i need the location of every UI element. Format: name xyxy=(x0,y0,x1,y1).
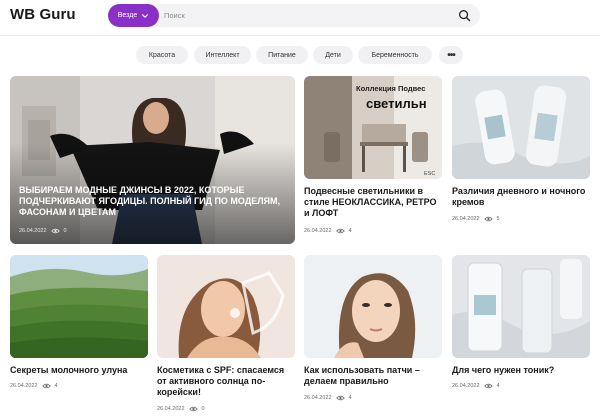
article-image xyxy=(452,255,590,358)
header-divider xyxy=(0,35,600,36)
article-card[interactable]: Секреты молочного улуна 26.04.2022 4 xyxy=(10,255,148,415)
article-image xyxy=(10,255,148,358)
eye-icon xyxy=(50,228,60,234)
article-title[interactable]: Подвесные светильники в стиле НЕОКЛАССИК… xyxy=(304,186,442,219)
article-card[interactable]: Для чего нужен тоник? 26.04.2022 4 xyxy=(452,255,590,415)
article-meta: 26.04.2022 4 xyxy=(10,383,58,389)
featured-image-overlay xyxy=(10,76,295,244)
article-card[interactable]: Различия дневного и ночного кремов 26.04… xyxy=(452,76,590,244)
more-categories-button[interactable]: ••• xyxy=(439,46,463,64)
article-image xyxy=(304,255,442,358)
article-views: 4 xyxy=(496,383,500,389)
article-meta: 26.04.2022 4 xyxy=(452,383,500,389)
eye-icon xyxy=(483,216,493,222)
article-title[interactable]: Как использовать патчи – делаем правильн… xyxy=(304,365,442,387)
image-caption-line-3: ESC xyxy=(424,171,436,177)
article-views: 4 xyxy=(54,383,58,389)
site-logo[interactable]: WB Guru xyxy=(10,6,76,23)
article-date: 26.04.2022 xyxy=(452,216,480,222)
article-date: 26.04.2022 xyxy=(19,228,47,234)
search-scope-label: Везде xyxy=(117,12,138,19)
featured-article-card[interactable]: ВЫБИРАЕМ МОДНЫЕ ДЖИНСЫ В 2022, КОТОРЫЕ П… xyxy=(10,76,295,244)
category-chips: Красота Интеллект Питание Дети Беременно… xyxy=(0,46,600,66)
featured-article-meta: 26.04.2022 0 xyxy=(19,228,67,234)
search-bar: Везде xyxy=(108,4,480,27)
category-chip-pregnancy[interactable]: Беременность xyxy=(358,46,432,64)
search-icon[interactable] xyxy=(458,9,471,22)
site-header: WB Guru Везде xyxy=(0,0,600,34)
image-caption-line-2: светильн xyxy=(366,96,427,111)
category-chip-kids[interactable]: Дети xyxy=(313,46,353,64)
article-meta: 26.04.2022 0 xyxy=(157,406,205,412)
article-views: 0 xyxy=(201,406,205,412)
featured-article-title[interactable]: ВЫБИРАЕМ МОДНЫЕ ДЖИНСЫ В 2022, КОТОРЫЕ П… xyxy=(19,185,289,218)
eye-icon xyxy=(188,406,198,412)
article-title[interactable]: Секреты молочного улуна xyxy=(10,365,148,376)
article-date: 26.04.2022 xyxy=(304,228,332,234)
article-date: 26.04.2022 xyxy=(157,406,185,412)
article-views: 4 xyxy=(348,228,352,234)
eye-icon xyxy=(41,383,51,389)
category-chip-beauty[interactable]: Красота xyxy=(136,46,188,64)
image-caption-line-1: Коллекция Подвес xyxy=(356,84,426,93)
article-title[interactable]: Для чего нужен тоник? xyxy=(452,365,590,376)
article-meta: 26.04.2022 5 xyxy=(452,216,500,222)
eye-icon xyxy=(483,383,493,389)
article-title[interactable]: Косметика с SPF: спасаемся от активного … xyxy=(157,365,295,398)
search-scope-dropdown[interactable]: Везде xyxy=(108,4,159,27)
search-input[interactable] xyxy=(164,7,444,24)
article-date: 26.04.2022 xyxy=(452,383,480,389)
article-card[interactable]: Как использовать патчи – делаем правильн… xyxy=(304,255,442,415)
article-date: 26.04.2022 xyxy=(10,383,38,389)
article-meta: 26.04.2022 4 xyxy=(304,228,352,234)
article-title[interactable]: Различия дневного и ночного кремов xyxy=(452,186,590,208)
eye-icon xyxy=(335,395,345,401)
category-chip-intellect[interactable]: Интеллект xyxy=(194,46,251,64)
chevron-down-icon xyxy=(142,13,149,18)
article-image xyxy=(157,255,295,358)
article-card[interactable]: Косметика с SPF: спасаемся от активного … xyxy=(157,255,295,415)
category-chip-nutrition[interactable]: Питание xyxy=(256,46,308,64)
article-image xyxy=(452,76,590,179)
article-views: 4 xyxy=(348,395,352,401)
eye-icon xyxy=(335,228,345,234)
article-meta: 26.04.2022 4 xyxy=(304,395,352,401)
article-date: 26.04.2022 xyxy=(304,395,332,401)
article-views: 5 xyxy=(496,216,500,222)
article-card[interactable]: Коллекция Подвес светильн ESC Подвесные … xyxy=(304,76,442,244)
article-views: 0 xyxy=(63,228,67,234)
